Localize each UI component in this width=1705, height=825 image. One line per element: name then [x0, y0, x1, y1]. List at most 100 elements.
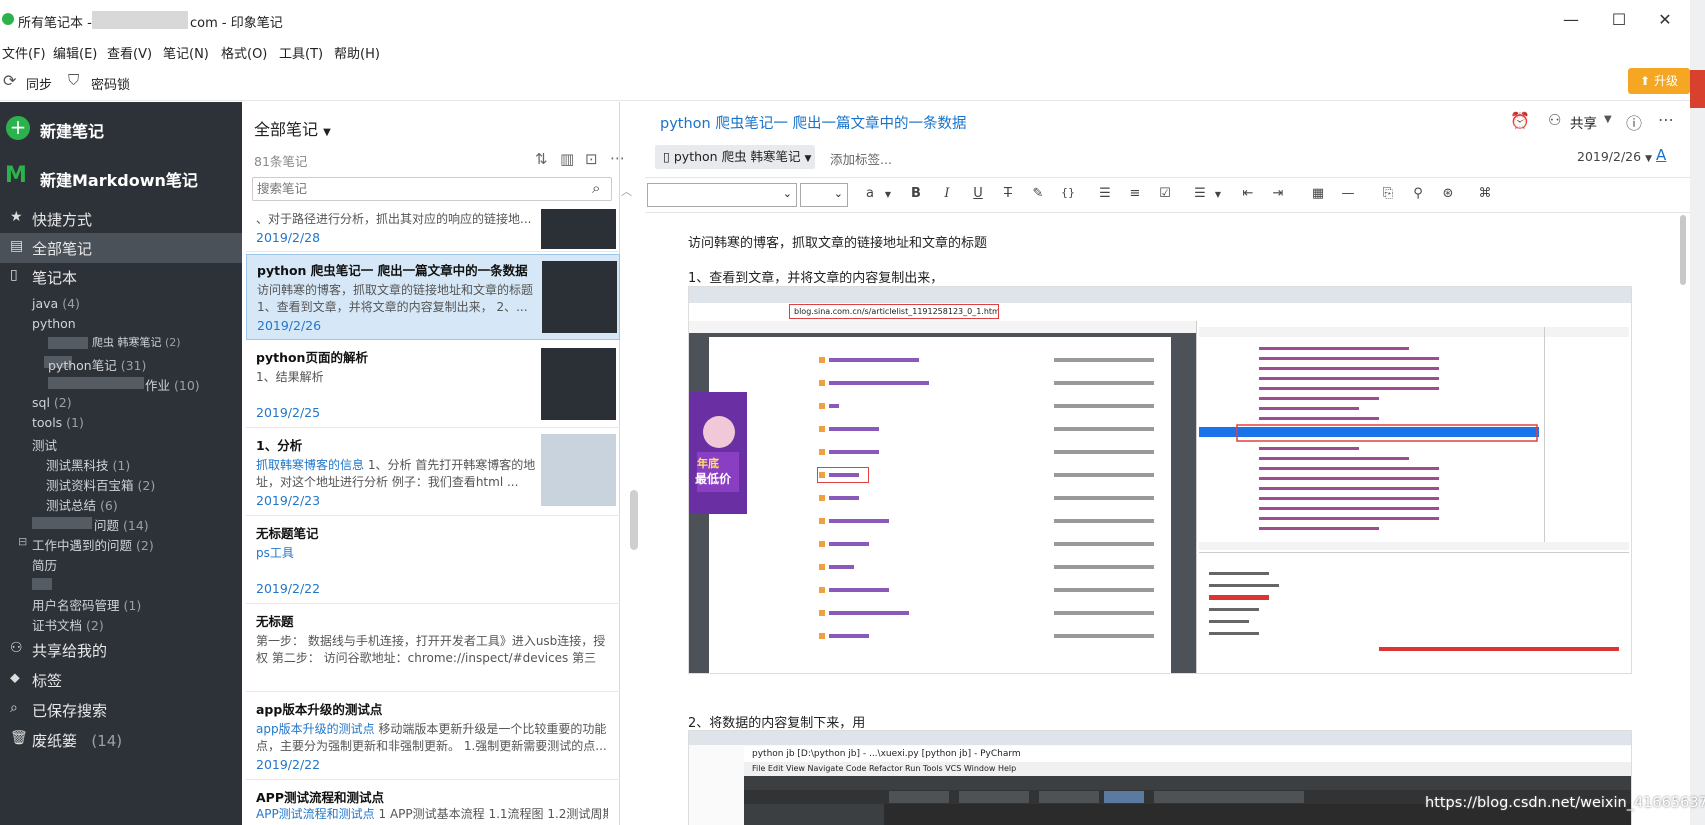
lock-button[interactable]: 密码锁	[91, 74, 130, 93]
menu-format[interactable]: 格式(O)	[221, 43, 267, 62]
bullet-list-icon[interactable]: ☰	[1095, 186, 1115, 201]
more-icon[interactable]: ⋯	[1658, 110, 1674, 129]
search-field[interactable]	[252, 177, 612, 201]
menu-file[interactable]: 文件(F)	[2, 43, 46, 62]
notebook-sql[interactable]: sql (2)	[32, 395, 72, 410]
font-family-select[interactable]: ⌄	[647, 183, 797, 207]
article-rows	[819, 357, 1154, 639]
list-item[interactable]: 无标题笔记 ps工具 2019/2/22	[246, 518, 620, 604]
note-date-selector[interactable]: 2019/2/26 ▼	[1577, 149, 1652, 164]
numbered-list-icon[interactable]: ≡	[1125, 186, 1145, 201]
menu-tools[interactable]: 工具(T)	[279, 43, 323, 62]
share-button[interactable]: 共享	[1570, 112, 1597, 132]
list-item[interactable]: python 爬虫笔记一 爬出一篇文章中的一条数据 访问韩寒的博客，抓取文章的链…	[246, 254, 620, 340]
list-item[interactable]: 、对于路径进行分析，抓出其对应的响应的链接地... 2019/2/28	[246, 209, 620, 252]
menu-help[interactable]: 帮助(H)	[334, 43, 380, 62]
divider-icon[interactable]: —	[1338, 186, 1358, 201]
new-markdown-button[interactable]: 新建Markdown笔记	[40, 167, 198, 191]
notebook-issues[interactable]: 问题 (14)	[94, 515, 149, 534]
menu-edit[interactable]: 编辑(E)	[53, 43, 97, 62]
add-tag-input[interactable]: 添加标签...	[830, 149, 892, 168]
sidebar-item-notebooks[interactable]: 笔记本	[32, 267, 77, 288]
notebook-python-notes[interactable]: python笔记 (31)	[48, 355, 146, 374]
underline-icon[interactable]: U	[968, 186, 988, 201]
sidebar-item-trash[interactable]: 废纸篓 (14)	[32, 730, 122, 751]
notebook-test-resources[interactable]: 测试资料百宝箱 (2)	[46, 475, 155, 494]
new-note-button[interactable]: 新建笔记	[40, 118, 104, 142]
minimize-icon[interactable]: —	[1556, 10, 1586, 29]
chevron-down-icon[interactable]: ▼	[1604, 114, 1612, 125]
audio-icon[interactable]: ⚲	[1408, 186, 1428, 201]
font-color-icon[interactable]: A	[1656, 146, 1666, 164]
sidebar-item-all-notes[interactable]: 全部笔记	[32, 238, 92, 259]
notebook-label: 测试资料百宝箱	[46, 478, 134, 493]
notebook-count: (2)	[136, 538, 154, 553]
alarm-icon[interactable]: ⏰	[1510, 111, 1530, 130]
sort-icon[interactable]: ⇅	[535, 150, 548, 168]
search-input[interactable]	[257, 179, 567, 199]
align-icon[interactable]: ☰	[1190, 186, 1210, 201]
share-icon[interactable]: ⚇	[1548, 111, 1561, 129]
notebook-work-issues[interactable]: 工作中遇到的问题 (2)	[32, 535, 154, 554]
strikethrough-icon[interactable]: T	[998, 186, 1018, 201]
checkbox-icon[interactable]: ☑	[1155, 186, 1175, 201]
list-item[interactable]: 1、分析 抓取韩寒博客的信息 1、分析 首先打开韩寒博客的地址，对这个地址进行分…	[246, 430, 620, 516]
list-item[interactable]: app版本升级的测试点 app版本升级的测试点 移动端版本更新升级是一个比较重要…	[246, 694, 620, 780]
notebook-test[interactable]: 测试	[32, 435, 57, 454]
redacted-label	[32, 517, 92, 529]
sidebar-item-shared[interactable]: 共享给我的	[32, 640, 107, 661]
search-icon[interactable]: ⌕	[592, 179, 600, 197]
notebook-resume[interactable]: 简历	[32, 555, 57, 574]
markdown-icon[interactable]: M	[5, 163, 27, 188]
sidebar-item-saved-searches[interactable]: 已保存搜索	[32, 700, 107, 721]
editor-scrollbar[interactable]	[1680, 215, 1686, 285]
sketch-icon[interactable]: ⊛	[1438, 186, 1458, 201]
note-title[interactable]: python 爬虫笔记一 爬出一篇文章中的一条数据	[660, 112, 966, 133]
sync-button[interactable]: 同步	[26, 74, 52, 93]
menu-note[interactable]: 笔记(N)	[163, 43, 209, 62]
close-icon[interactable]: ✕	[1650, 10, 1680, 29]
shield-icon[interactable]: ⛉	[68, 71, 79, 89]
reminder-icon[interactable]: ⊡	[585, 150, 598, 168]
view-icon[interactable]: ▥	[560, 150, 574, 168]
font-style-button[interactable]: a	[860, 186, 880, 201]
font-size-select[interactable]: ⌄	[800, 183, 848, 207]
note-list-scrollbar[interactable]	[630, 490, 638, 550]
notebook-certificates[interactable]: 证书文档 (2)	[32, 615, 104, 634]
list-item[interactable]: 无标题 第一步： 数据线与手机连接，打开开发者工具》进入usb连接，授权 第二步…	[246, 606, 620, 692]
code-icon[interactable]: {}	[1058, 186, 1078, 199]
notebook-java[interactable]: java (4)	[32, 296, 80, 311]
more-icon[interactable]: ⋯	[610, 149, 625, 167]
italic-icon[interactable]: I	[937, 186, 957, 201]
notebook-test-tricks[interactable]: 测试黑科技 (1)	[46, 455, 130, 474]
promo-banner: 年底 最低价	[689, 392, 747, 514]
notebook-selector[interactable]: ▯ python 爬虫 韩寒笔记 ▼	[655, 145, 815, 169]
notebook-test-summary[interactable]: 测试总结 (6)	[46, 495, 118, 514]
plus-icon[interactable]: +	[6, 116, 30, 140]
link-icon[interactable]: ⌘	[1475, 186, 1495, 201]
info-icon[interactable]: ⓘ	[1626, 110, 1642, 134]
outdent-icon[interactable]: ⇤	[1238, 186, 1258, 201]
chevron-down-icon[interactable]: ▼	[1208, 190, 1228, 199]
maximize-icon[interactable]: ☐	[1604, 10, 1634, 29]
notebook-tools[interactable]: tools (1)	[32, 415, 84, 430]
notebook-passwords[interactable]: 用户名密码管理 (1)	[32, 595, 141, 614]
attachment-icon[interactable]: ⎘	[1378, 186, 1398, 201]
list-item[interactable]: APP测试流程和测试点 APP测试流程和测试点 1 APP测试基本流程 1.1流…	[246, 782, 620, 825]
notebook-python[interactable]: python	[32, 316, 76, 331]
highlight-icon[interactable]: ✎	[1028, 186, 1048, 201]
chevron-down-icon[interactable]: ▼	[878, 190, 898, 199]
bold-icon[interactable]: B	[906, 186, 926, 201]
sidebar-item-shortcuts[interactable]: 快捷方式	[32, 209, 92, 230]
table-icon[interactable]: ▦	[1308, 186, 1328, 201]
menu-view[interactable]: 查看(V)	[107, 43, 152, 62]
indent-icon[interactable]: ⇥	[1268, 186, 1288, 201]
list-item[interactable]: python页面的解析 1、结果解析 2019/2/25	[246, 342, 620, 428]
notebook-homework[interactable]: 作业 (10)	[145, 375, 200, 394]
notebook-crawler[interactable]: 爬虫 韩寒笔记 (2)	[92, 334, 181, 350]
sync-icon[interactable]: ⟳	[3, 71, 16, 90]
chevron-up-icon[interactable]: ︿	[621, 183, 632, 199]
sidebar-item-tags[interactable]: 标签	[32, 670, 62, 691]
upgrade-button[interactable]: ⬆ 升级	[1628, 68, 1690, 94]
note-list-header[interactable]: 全部笔记 ▼	[254, 116, 331, 140]
